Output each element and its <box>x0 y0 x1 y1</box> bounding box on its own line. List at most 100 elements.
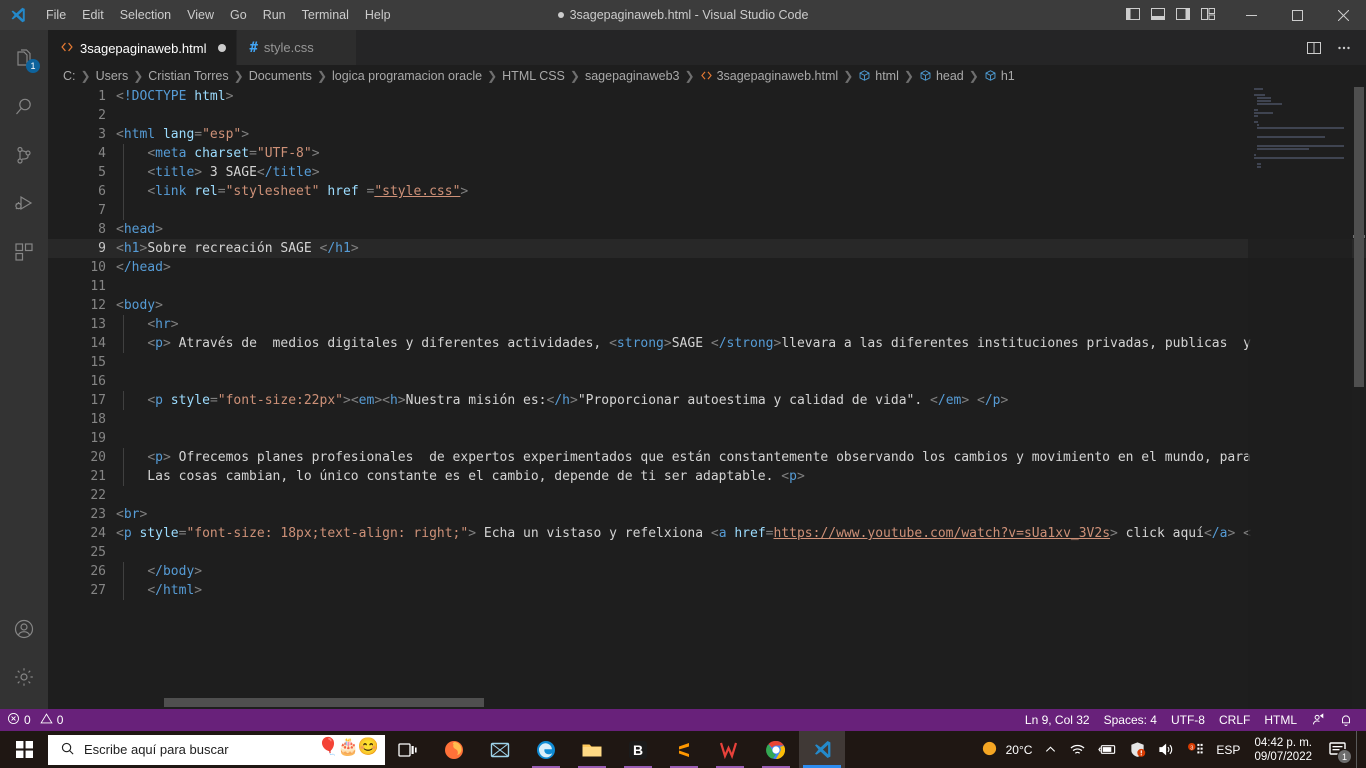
toggle-secondary-sidebar-icon[interactable] <box>1175 6 1191 25</box>
menu-help[interactable]: Help <box>357 4 399 26</box>
activity-accounts[interactable] <box>0 605 48 653</box>
tab-3sagepaginaweb-html[interactable]: 3sagepaginaweb.html <box>48 30 238 65</box>
code-line[interactable]: 1 <!DOCTYPE html> <box>48 87 1366 106</box>
breadcrumb-item-html-css[interactable]: HTML CSS <box>499 69 568 83</box>
menu-terminal[interactable]: Terminal <box>294 4 357 26</box>
taskbar-app-blackboard[interactable]: B <box>615 731 661 768</box>
menu-edit[interactable]: Edit <box>74 4 112 26</box>
status-notifications-bell-icon[interactable] <box>1332 709 1360 731</box>
taskbar-app-task-view[interactable] <box>385 731 431 768</box>
breadcrumb-item-documents[interactable]: Documents <box>246 69 315 83</box>
code-line[interactable]: 21 Las cosas cambian, lo único constante… <box>48 467 1366 486</box>
code-editor[interactable]: 1 <!DOCTYPE html> 2 3 <html lang="esp"> 4 <me… <box>48 87 1366 709</box>
breadcrumb-item-sagepaginaweb3[interactable]: sagepaginaweb3 <box>582 69 683 83</box>
status-encoding[interactable]: UTF-8 <box>1164 709 1212 731</box>
breadcrumb-item-logica-programacion-oracle[interactable]: logica programacion oracle <box>329 69 485 83</box>
split-editor-icon[interactable] <box>1300 34 1328 62</box>
weather-widget[interactable]: 20°C <box>975 731 1039 768</box>
code-line[interactable]: 24 <p style="font-size: 18px;text-align: … <box>48 524 1366 543</box>
code-line[interactable]: 17 <p style="font-size:22px"><em><h>Nues… <box>48 391 1366 410</box>
breadcrumb-item-file[interactable]: 3sagepaginaweb.html <box>697 69 842 84</box>
toggle-primary-sidebar-icon[interactable] <box>1125 6 1141 25</box>
taskbar-app-sublime-text[interactable] <box>661 731 707 768</box>
code-line[interactable]: 15 <box>48 353 1366 372</box>
windows-start-icon[interactable] <box>0 731 48 768</box>
code-line[interactable]: 16 <box>48 372 1366 391</box>
menu-go[interactable]: Go <box>222 4 255 26</box>
code-line[interactable]: 2 <box>48 106 1366 125</box>
code-line[interactable]: 3 <html lang="esp"> <box>48 125 1366 144</box>
breadcrumb-item-users[interactable]: Users <box>93 69 132 83</box>
tab-unsaved-dot-icon[interactable] <box>218 44 227 52</box>
horizontal-scroll-thumb[interactable] <box>164 698 484 707</box>
tray-language-indicator[interactable]: ESP <box>1210 731 1246 768</box>
activity-search[interactable] <box>0 84 48 132</box>
code-line[interactable]: 7 <box>48 201 1366 220</box>
code-line[interactable]: 23 <br> <box>48 505 1366 524</box>
code-line[interactable]: 4 <meta charset="UTF-8"> <box>48 144 1366 163</box>
code-line[interactable]: 25 <box>48 543 1366 562</box>
activity-source-control[interactable] <box>0 132 48 180</box>
activity-run-and-debug[interactable] <box>0 180 48 228</box>
editor-vertical-scrollbar[interactable] <box>1352 87 1366 709</box>
code-line[interactable]: 5 <title> 3 SAGE</title> <box>48 163 1366 182</box>
status-eol[interactable]: CRLF <box>1212 709 1257 731</box>
vertical-scroll-thumb[interactable] <box>1354 87 1364 387</box>
customize-layout-icon[interactable] <box>1200 6 1216 25</box>
tray-volume-icon[interactable] <box>1152 731 1181 768</box>
menu-file[interactable]: File <box>38 4 74 26</box>
code-line[interactable]: 26 </body> <box>48 562 1366 581</box>
tray-onedrive-icon[interactable]: 3 <box>1181 731 1210 768</box>
taskbar-app-google-chrome[interactable] <box>753 731 799 768</box>
tray-battery-icon[interactable] <box>1092 731 1123 768</box>
taskbar-app-visual-studio-code[interactable] <box>799 731 845 768</box>
taskbar-app-firefox[interactable] <box>431 731 477 768</box>
minimize-button[interactable] <box>1228 0 1274 30</box>
taskbar-clock[interactable]: 04:42 p. m. 09/07/2022 <box>1246 731 1320 768</box>
tab-style-css[interactable]: # style.css <box>237 30 358 65</box>
code-lines[interactable]: 1 <!DOCTYPE html> 2 3 <html lang="esp"> 4 <me… <box>48 87 1366 709</box>
breadcrumb-item-symbol-h1[interactable]: h1 <box>981 69 1018 84</box>
breadcrumb-item-cristian-torres[interactable]: Cristian Torres <box>145 69 231 83</box>
menu-view[interactable]: View <box>179 4 222 26</box>
code-line[interactable]: 10 </head> <box>48 258 1366 277</box>
status-cursor-position[interactable]: Ln 9, Col 32 <box>1018 709 1097 731</box>
maximize-button[interactable] <box>1274 0 1320 30</box>
breadcrumb-item-symbol-head[interactable]: head <box>916 69 967 84</box>
editor-horizontal-scrollbar[interactable] <box>116 697 1366 709</box>
code-line[interactable]: 19 <box>48 429 1366 448</box>
status-problems[interactable]: 0 0 <box>0 709 70 731</box>
taskbar-app-screen-capture[interactable] <box>477 731 523 768</box>
activity-explorer[interactable]: 1 <box>0 36 48 84</box>
minimap[interactable] <box>1248 87 1352 709</box>
code-line[interactable]: 27 </html> <box>48 581 1366 600</box>
taskbar-search-input[interactable]: Escribe aquí para buscar 🎈🎂😊 <box>48 734 385 765</box>
show-hidden-icons-chevron-icon[interactable] <box>1038 731 1063 768</box>
activity-settings[interactable] <box>0 653 48 701</box>
tray-security-icon[interactable] <box>1123 731 1152 768</box>
code-line[interactable]: 18 <box>48 410 1366 429</box>
code-line[interactable]: 12 <body> <box>48 296 1366 315</box>
status-indentation[interactable]: Spaces: 4 <box>1097 709 1164 731</box>
code-line[interactable]: 20 <p> Ofrecemos planes profesionales de… <box>48 448 1366 467</box>
close-button[interactable] <box>1320 0 1366 30</box>
code-line[interactable]: 14 <p> Através de medios digitales y dif… <box>48 334 1366 353</box>
more-actions-icon[interactable] <box>1330 34 1358 62</box>
menu-run[interactable]: Run <box>255 4 294 26</box>
toggle-panel-icon[interactable] <box>1150 6 1166 25</box>
breadcrumb-item-symbol-html[interactable]: html <box>855 69 902 84</box>
code-line[interactable]: 11 <box>48 277 1366 296</box>
breadcrumb-item-drive[interactable]: C: <box>60 69 79 83</box>
status-feedback-icon[interactable] <box>1304 709 1332 731</box>
code-line[interactable]: 6 <link rel="stylesheet" href ="style.cs… <box>48 182 1366 201</box>
menu-selection[interactable]: Selection <box>112 4 179 26</box>
notification-center-icon[interactable]: 1 <box>1320 731 1356 768</box>
code-line[interactable]: 13 <hr> <box>48 315 1366 334</box>
activity-extensions[interactable] <box>0 228 48 276</box>
tray-wifi-icon[interactable] <box>1063 731 1092 768</box>
show-desktop-button[interactable] <box>1356 731 1362 768</box>
code-line[interactable]: 8 <head> <box>48 220 1366 239</box>
taskbar-app-microsoft-edge[interactable] <box>523 731 569 768</box>
status-language-mode[interactable]: HTML <box>1257 709 1304 731</box>
taskbar-app-file-explorer[interactable] <box>569 731 615 768</box>
